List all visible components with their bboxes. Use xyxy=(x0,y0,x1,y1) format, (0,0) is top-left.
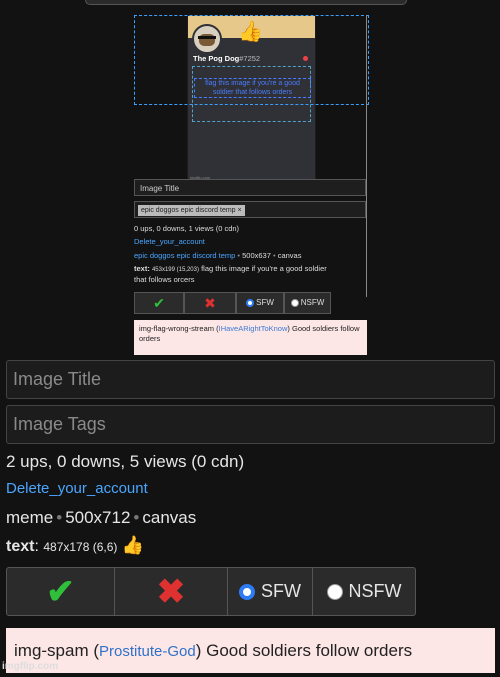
nested-divider xyxy=(366,15,367,297)
text-info: text: 487x178 (6,6) 👍 xyxy=(6,535,145,555)
nsfw-label: NSFW xyxy=(348,581,402,601)
sunglasses xyxy=(198,36,216,39)
nested-tags-field: epic doggos epic discord temp × xyxy=(134,201,366,218)
status-dot xyxy=(303,56,308,61)
nested-nsfw: NSFW xyxy=(284,292,331,314)
moderation-buttons: ✔ ✖ SFW NSFW xyxy=(6,567,416,616)
nested-text-info: text: 453x199 (15,203) flag this image i… xyxy=(134,264,327,284)
text-label: text xyxy=(6,538,35,555)
thumbs-up-icon: 👍 xyxy=(238,21,263,43)
image-tags-input[interactable]: Image Tags xyxy=(6,405,495,444)
nested-sfw: SFW xyxy=(236,292,284,314)
nsfw-radio-icon[interactable] xyxy=(326,583,343,600)
nested-approve-icon: ✔ xyxy=(134,292,184,314)
thumbs-up-icon: 👍 xyxy=(121,535,145,555)
avatar xyxy=(192,24,222,54)
imgflip-watermark: imgflip.com xyxy=(2,661,59,672)
uploader-link[interactable]: Delete_your_account xyxy=(6,480,148,497)
view-stats: 2 ups, 0 downs, 5 views (0 cdn) xyxy=(6,452,245,471)
top-scroll-bar xyxy=(85,0,407,5)
nested-delete-link: Delete_your_account xyxy=(134,237,205,246)
sfw-radio-icon[interactable] xyxy=(239,583,255,600)
sfw-option[interactable]: SFW xyxy=(227,567,313,616)
notice-user-link[interactable]: Prostitute-God xyxy=(99,643,196,660)
meta-type: meme xyxy=(6,508,54,527)
nested-button-row: ✔ ✖ SFW NSFW xyxy=(134,292,331,314)
nested-notice: img-flag-wrong-stream (IHaveARightToKnow… xyxy=(134,320,367,355)
nsfw-option[interactable]: NSFW xyxy=(312,567,416,616)
nested-stats: 0 ups, 0 downs, 1 views (0 cdn) xyxy=(134,224,240,233)
image-meta: meme • 500x712 • canvas xyxy=(6,508,197,527)
text-dims: 487x178 (6,6) xyxy=(43,540,118,554)
meta-dims: 500x712 xyxy=(65,508,131,527)
username: The Pog Dog#7252 xyxy=(193,54,261,63)
checkmark-icon: ✔ xyxy=(46,572,75,611)
discord-card: 👍 The Pog Dog#7252 flag this image if yo… xyxy=(187,15,316,182)
meta-format: canvas xyxy=(142,508,197,527)
notice-suffix: ) Good soldiers follow orders xyxy=(195,641,413,660)
sfw-label: SFW xyxy=(261,581,301,601)
flag-notice: img-spam (Prostitute-God) Good soldiers … xyxy=(6,628,495,673)
notice-prefix: img-spam ( xyxy=(14,641,100,660)
cross-icon: ✖ xyxy=(156,572,186,611)
approve-button[interactable]: ✔ xyxy=(6,567,115,616)
nested-reject-icon: ✖ xyxy=(184,292,236,314)
meme-image[interactable]: 👍 The Pog Dog#7252 flag this image if yo… xyxy=(134,15,369,355)
nested-title-field: Image Title xyxy=(134,179,366,196)
image-title-input[interactable]: Image Title xyxy=(6,360,495,399)
nested-meta: epic doggos epic discord temp • 500x637 … xyxy=(134,251,302,260)
reject-button[interactable]: ✖ xyxy=(114,567,228,616)
overlay-text: flag this image if you're a good soldier… xyxy=(194,78,311,98)
nested-tag-chip: epic doggos epic discord temp × xyxy=(138,205,245,216)
